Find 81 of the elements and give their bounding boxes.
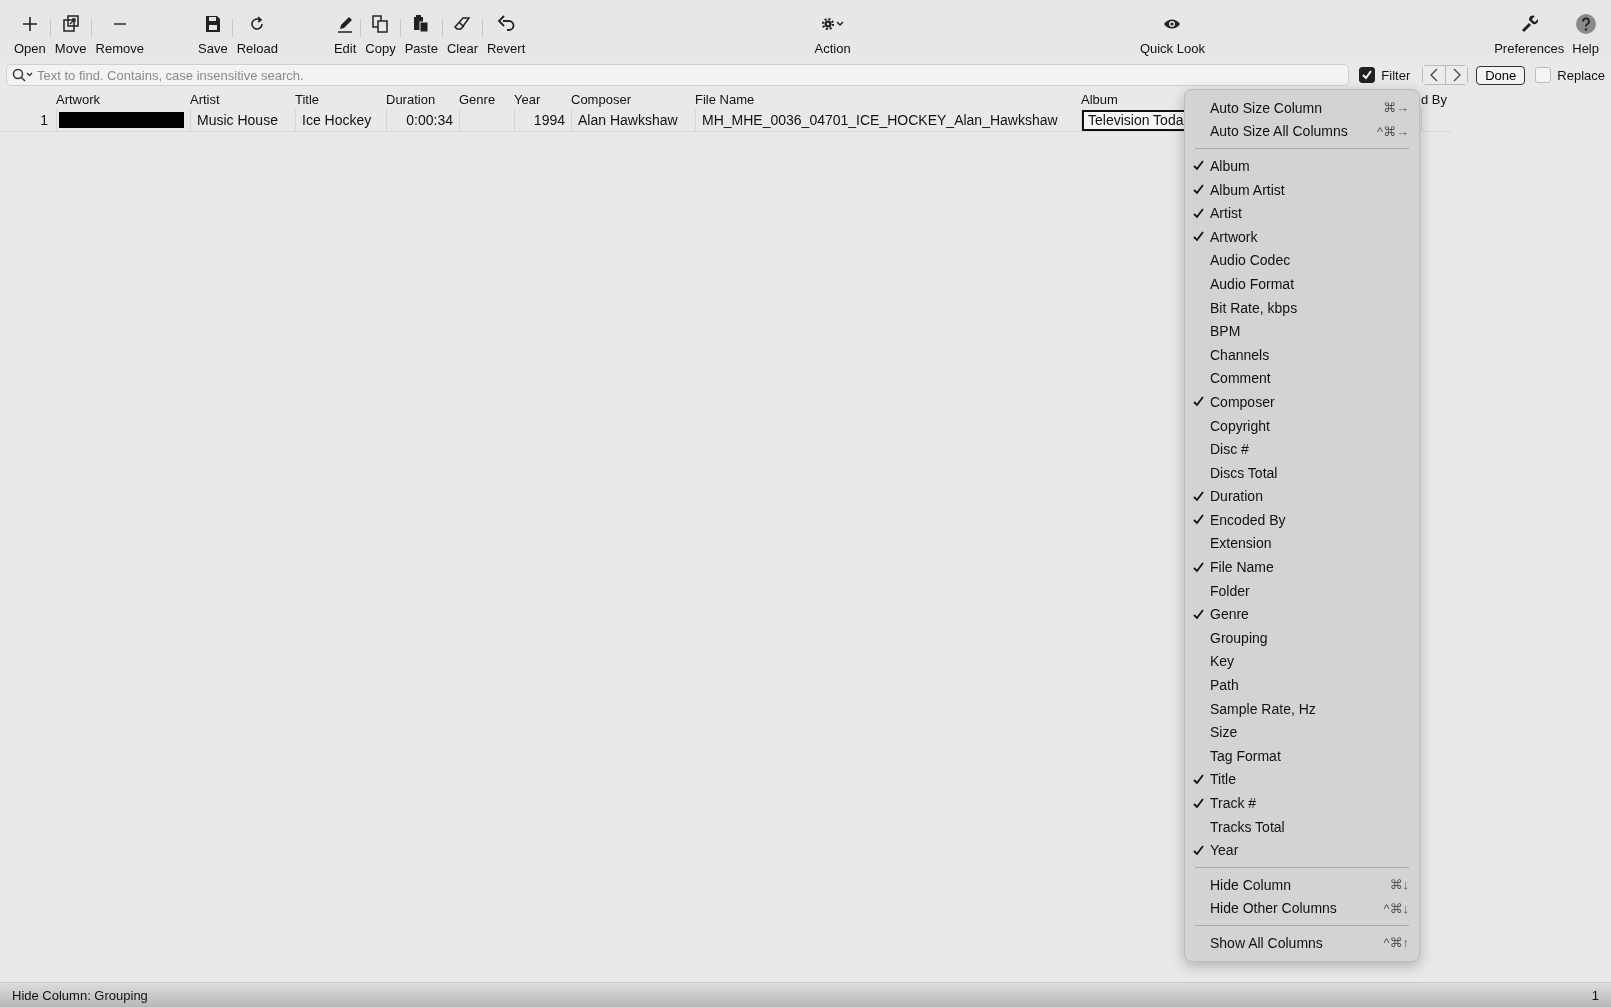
- status-message: Hide Column: Grouping: [12, 987, 148, 1003]
- search-icon: [12, 68, 34, 82]
- menu-item[interactable]: File Name: [1185, 555, 1419, 579]
- menu-item[interactable]: Folder: [1185, 578, 1419, 603]
- menu-item[interactable]: Key: [1185, 649, 1419, 674]
- menu-item[interactable]: Grouping: [1185, 626, 1419, 650]
- menu-item[interactable]: Album Artist: [1185, 177, 1419, 202]
- copy-icon: [371, 13, 390, 35]
- toolbar-button[interactable]: Open: [10, 13, 50, 62]
- wrench-icon: [1520, 13, 1539, 35]
- chevron-left-icon: [1430, 68, 1439, 82]
- toolbar-button[interactable]: Action: [810, 13, 855, 62]
- table-cell: Alan Hawkshaw: [571, 109, 695, 131]
- menu-item[interactable]: Hide Column ⌘↓: [1185, 873, 1419, 897]
- toolbar-button[interactable]: Remove: [91, 13, 149, 62]
- filter-label: Filter: [1381, 67, 1411, 83]
- table-cell: Ice Hockey: [295, 109, 386, 131]
- status-count: 1: [1591, 987, 1599, 1003]
- column-header[interactable]: Composer: [571, 91, 695, 109]
- column-header[interactable]: Artwork: [56, 91, 190, 109]
- toolbar-button[interactable]: Revert: [482, 13, 530, 62]
- paste-icon: [412, 13, 431, 35]
- search-field[interactable]: Text to find. Contains, case insensitive search.: [6, 64, 1350, 86]
- toolbar-button[interactable]: Save: [194, 13, 232, 62]
- menu-item[interactable]: Extension: [1185, 531, 1419, 556]
- menu-item[interactable]: Encoded By: [1185, 508, 1419, 532]
- column-header[interactable]: Year: [514, 91, 571, 109]
- column-header[interactable]: File Name: [695, 91, 1081, 109]
- menu-item[interactable]: Tracks Total: [1185, 814, 1419, 839]
- toolbar-button[interactable]: Paste: [400, 13, 442, 62]
- menu-item[interactable]: Audio Format: [1185, 272, 1419, 296]
- menu-item[interactable]: Hide Other Columns ^⌘↓: [1185, 896, 1419, 921]
- menu-item[interactable]: Duration: [1185, 484, 1419, 509]
- menu-item[interactable]: BPM: [1185, 319, 1419, 343]
- row-number: 1: [39, 111, 49, 130]
- menu-item[interactable]: Size: [1185, 720, 1419, 745]
- help-icon: [1574, 13, 1597, 35]
- toolbar-button[interactable]: Move: [50, 13, 91, 62]
- column-header[interactable]: Duration: [386, 91, 459, 109]
- next-button[interactable]: [1445, 66, 1468, 84]
- windows-icon: [61, 13, 80, 35]
- menu-item[interactable]: Copyright: [1185, 413, 1419, 438]
- menu-item[interactable]: Composer: [1185, 390, 1419, 414]
- menu-item[interactable]: Discs Total: [1185, 460, 1419, 485]
- replace-label: Replace: [1557, 67, 1605, 83]
- replace-checkbox[interactable]: [1535, 67, 1552, 83]
- menu-item[interactable]: Sample Rate, Hz: [1185, 696, 1419, 721]
- menu-item[interactable]: Year: [1185, 838, 1419, 862]
- toolbar-button[interactable]: Preferences: [1490, 13, 1569, 62]
- column-header[interactable]: d By: [1421, 91, 1465, 109]
- toolbar-button[interactable]: Reload: [232, 13, 282, 62]
- menu-item[interactable]: Comment: [1185, 366, 1419, 391]
- minus-icon: [112, 23, 127, 25]
- column-header[interactable]: Artist: [190, 91, 295, 109]
- column-header[interactable]: Title: [295, 91, 386, 109]
- table-cell: Music House: [190, 109, 295, 131]
- menu-item[interactable]: Path: [1185, 673, 1419, 697]
- menu-item[interactable]: Artist: [1185, 201, 1419, 225]
- menu-item[interactable]: Disc #: [1185, 437, 1419, 461]
- menu-item[interactable]: Show All Columns ^⌘↑: [1185, 931, 1419, 955]
- menu-item[interactable]: Channels: [1185, 342, 1419, 367]
- toolbar-button[interactable]: Clear: [442, 13, 482, 62]
- table-cell: 0:00:34: [386, 109, 459, 131]
- toolbar-button[interactable]: Edit: [329, 13, 361, 62]
- menu-item[interactable]: Artwork: [1185, 224, 1419, 249]
- menu-item[interactable]: Genre: [1185, 602, 1419, 627]
- toolbar-button[interactable]: Help: [1568, 13, 1603, 62]
- chevron-right-icon: [1452, 68, 1461, 82]
- menu-item[interactable]: Tag Format: [1185, 744, 1419, 768]
- menu-item[interactable]: Album: [1185, 154, 1419, 178]
- table-cell: 1994: [514, 109, 571, 131]
- toolbar-button[interactable]: Copy: [361, 13, 400, 62]
- table-cell: MH_MHE_0036_04701_ICE_HOCKEY_Alan_Hawkshaw: [695, 109, 1081, 131]
- filter-checkbox[interactable]: [1359, 67, 1376, 83]
- menu-item[interactable]: Audio Codec: [1185, 248, 1419, 273]
- menu-item[interactable]: Track #: [1185, 791, 1419, 815]
- toolbar-button[interactable]: Quick Look: [1135, 13, 1209, 62]
- column-header[interactable]: Genre: [459, 91, 514, 109]
- menu-item[interactable]: Title: [1185, 767, 1419, 792]
- menu-item[interactable]: Bit Rate, kbps: [1185, 295, 1419, 320]
- done-button[interactable]: Done: [1476, 65, 1526, 85]
